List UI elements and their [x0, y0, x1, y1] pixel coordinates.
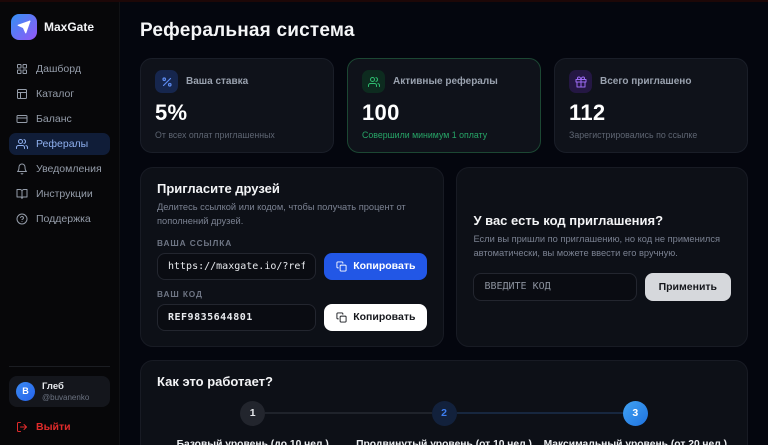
sidebar-item-notifications[interactable]: Уведомления [9, 158, 110, 180]
sidebar-nav: Дашборд Каталог Баланс Рефералы Уведомле… [9, 58, 110, 366]
copy-icon [336, 261, 347, 272]
gift-icon [569, 70, 592, 93]
sidebar-footer: В Глеб @buvanenko Выйти [9, 366, 110, 433]
stat-note: Зарегистрировались по ссылке [569, 130, 733, 140]
step-connector [348, 412, 431, 414]
percent-icon [155, 70, 178, 93]
stat-note: От всех оплат приглашенных [155, 130, 319, 140]
step-connector [457, 412, 540, 414]
sidebar-item-label: Инструкции [36, 188, 93, 200]
copy-code-button[interactable]: Копировать [324, 304, 427, 331]
sidebar: MaxGate Дашборд Каталог Баланс Рефералы … [0, 0, 120, 445]
stat-value: 112 [569, 100, 733, 126]
stat-card-total-invited: Всего приглашено 112 Зарегистрировались … [554, 58, 748, 153]
invite-description: Делитесь ссылкой или кодом, чтобы получа… [157, 201, 427, 229]
copy-icon [336, 312, 347, 323]
help-circle-icon [16, 213, 28, 225]
stat-label: Ваша ставка [186, 76, 248, 87]
wallet-icon [16, 113, 28, 125]
user-card[interactable]: В Глеб @buvanenko [9, 376, 110, 407]
page-title: Реферальная система [140, 20, 748, 42]
sidebar-item-label: Каталог [36, 88, 74, 100]
copy-link-button[interactable]: Копировать [324, 253, 427, 280]
step-title: Базовый уровень (до 10 чел.) [157, 439, 348, 445]
user-handle: @buvanenko [42, 393, 89, 402]
step-advanced: 2 Продвинутый уровень (от 10 чел.) Вы по… [348, 401, 539, 445]
stat-card-rate: Ваша ставка 5% От всех оплат приглашенны… [140, 58, 334, 153]
invite-title: Пригласите друзей [157, 181, 427, 196]
stats-row: Ваша ставка 5% От всех оплат приглашенны… [140, 58, 748, 153]
stat-label: Всего приглашено [600, 76, 691, 87]
stat-value: 100 [362, 100, 526, 126]
step-number-badge: 2 [432, 401, 457, 426]
referral-code-input[interactable] [157, 304, 316, 331]
dashboard-grid-icon [16, 63, 28, 75]
apply-code-title: У вас есть код приглашения? [473, 213, 731, 228]
stat-value: 5% [155, 100, 319, 126]
catalog-layout-icon [16, 88, 28, 100]
paper-plane-logo-icon [11, 14, 37, 40]
steps-row: 1 Базовый уровень (до 10 чел.) Вы получа… [157, 401, 731, 445]
logout-label: Выйти [36, 421, 71, 433]
invite-friends-panel: Пригласите друзей Делитесь ссылкой или к… [140, 167, 444, 347]
sidebar-item-referrals[interactable]: Рефералы [9, 133, 110, 155]
step-title: Продвинутый уровень (от 10 чел.) [348, 439, 539, 445]
sidebar-item-label: Дашборд [36, 63, 81, 75]
book-icon [16, 188, 28, 200]
users-icon [16, 138, 28, 150]
users-icon [362, 70, 385, 93]
how-it-works-panel: Как это работает? 1 Базовый уровень (до … [140, 360, 748, 445]
apply-code-description: Если вы пришли по приглашению, но код не… [473, 233, 731, 261]
link-field-label: ВАША ССЫЛКА [157, 238, 427, 248]
user-name: Глеб [42, 381, 89, 393]
step-title: Максимальный уровень (от 20 чел.) [540, 439, 731, 445]
sidebar-item-label: Уведомления [36, 163, 102, 175]
referral-link-input[interactable] [157, 253, 316, 280]
stat-card-active-referrals: Активные рефералы 100 Совершили минимум … [347, 58, 541, 153]
sidebar-item-balance[interactable]: Баланс [9, 108, 110, 130]
apply-code-button[interactable]: Применить [645, 273, 731, 301]
sidebar-item-support[interactable]: Поддержка [9, 208, 110, 230]
apply-code-panel: У вас есть код приглашения? Если вы приш… [456, 167, 748, 347]
sidebar-item-dashboard[interactable]: Дашборд [9, 58, 110, 80]
brand-name: MaxGate [44, 20, 94, 34]
code-field-label: ВАШ КОД [157, 289, 427, 299]
sidebar-item-label: Рефералы [36, 138, 88, 150]
stat-label: Активные рефералы [393, 76, 498, 87]
brand[interactable]: MaxGate [9, 12, 110, 42]
step-connector [540, 412, 623, 414]
avatar: В [16, 382, 35, 401]
sidebar-item-label: Поддержка [36, 213, 91, 225]
main-content: Реферальная система Ваша ставка 5% От вс… [120, 0, 768, 445]
app-window: MaxGate Дашборд Каталог Баланс Рефералы … [0, 0, 768, 445]
sidebar-item-label: Баланс [36, 113, 72, 125]
bell-icon [16, 163, 28, 175]
middle-row: Пригласите друзей Делитесь ссылкой или к… [140, 167, 748, 347]
logout-icon [16, 421, 28, 433]
step-basic: 1 Базовый уровень (до 10 чел.) Вы получа… [157, 401, 348, 445]
step-number-badge: 1 [240, 401, 265, 426]
step-connector [265, 412, 348, 414]
logout-button[interactable]: Выйти [9, 421, 110, 433]
invite-code-input[interactable] [473, 273, 636, 301]
how-it-works-title: Как это работает? [157, 374, 731, 389]
window-top-edge [0, 0, 768, 2]
step-maximum: 3 Максимальный уровень (от 20 чел.) Макс… [540, 401, 731, 445]
step-number-badge: 3 [623, 401, 648, 426]
sidebar-item-instructions[interactable]: Инструкции [9, 183, 110, 205]
stat-note: Совершили минимум 1 оплату [362, 130, 526, 140]
sidebar-item-catalog[interactable]: Каталог [9, 83, 110, 105]
